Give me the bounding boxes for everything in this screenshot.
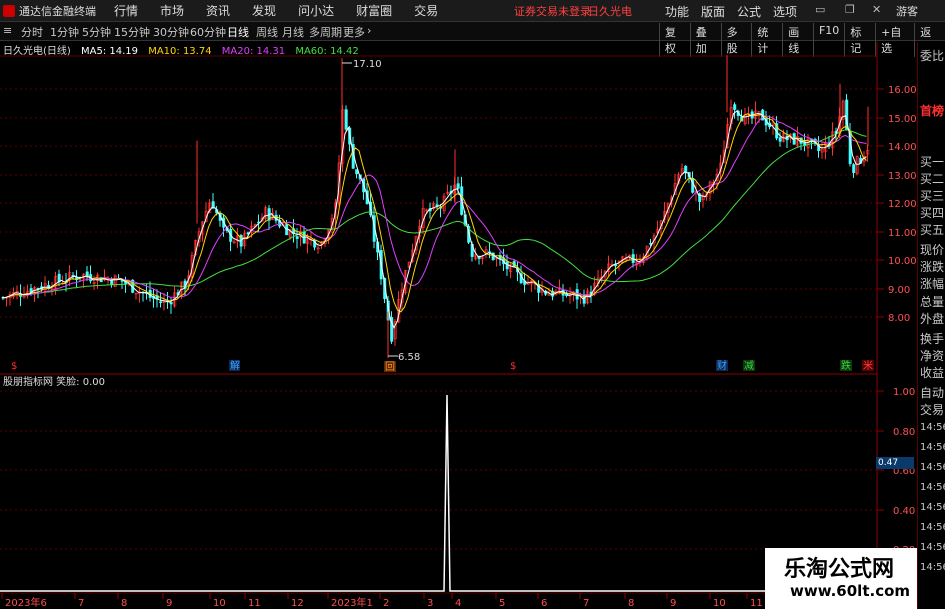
date-tick-label: 6 bbox=[541, 598, 547, 609]
smile-indicator-line bbox=[0, 394, 877, 592]
candle-body bbox=[169, 302, 173, 305]
candle-body bbox=[852, 164, 856, 173]
panel-volume: 总量 bbox=[920, 295, 945, 309]
panel-outer: 外盘 bbox=[920, 312, 945, 326]
event-markers: $ 解 回 $ 财 减 跌 米 bbox=[11, 359, 874, 373]
sub-chart-axis: 1.00 0.80 0.60 0.40 0.20 bbox=[893, 387, 915, 556]
panel-bid4: 买四 bbox=[920, 206, 945, 220]
marker-dividend[interactable]: $ bbox=[11, 361, 17, 372]
price-tick: 16.00 bbox=[888, 85, 917, 96]
sub-tick: 1.00 bbox=[893, 387, 915, 398]
panel-change-pct: 涨幅 bbox=[920, 277, 945, 291]
candle-body bbox=[456, 183, 460, 189]
sub-tick: 0.40 bbox=[893, 506, 915, 517]
date-tick-label: 2 bbox=[383, 598, 389, 609]
date-axis: 2023年6 7 8 9 10 11 12 2023年1 2 3 4 5 6 7 8 9 10 11 bbox=[1, 593, 763, 609]
date-tick-label: 9 bbox=[670, 598, 676, 609]
date-tick-label: 10 bbox=[713, 598, 726, 609]
date-tick-label: 7 bbox=[583, 598, 589, 609]
ma20-line bbox=[1, 115, 867, 299]
quote-side-panel: 委比 首榜 买一 买二 买三 买四 买五 现价 涨跌 涨幅 总量 外盘 换手 净… bbox=[917, 42, 945, 609]
date-tick-label: 5 bbox=[499, 598, 505, 609]
candle-body bbox=[733, 104, 737, 110]
tick-time: 14:56 bbox=[920, 522, 945, 533]
date-tick-label: 8 bbox=[121, 598, 127, 609]
marker-dividend[interactable]: $ bbox=[510, 361, 516, 372]
marker-fall[interactable]: 跌 bbox=[841, 359, 851, 372]
panel-price: 现价 bbox=[920, 243, 945, 257]
candle-body bbox=[778, 137, 782, 142]
candle-body bbox=[614, 264, 618, 267]
candle-body bbox=[435, 204, 439, 207]
watermark-title: 乐淘公式网 bbox=[784, 557, 895, 582]
date-tick-label: 11 bbox=[248, 598, 261, 609]
app-window: 通达信金融终端 行情 市场 资讯 发现 问小达 财富圈 交易 证券交易未登录 日… bbox=[0, 0, 945, 609]
tick-time: 14:56 bbox=[920, 542, 945, 553]
date-tick-label: 2023年1 bbox=[331, 596, 373, 609]
price-axis: 16.00 15.00 14.00 13.00 12.00 11.00 10.0… bbox=[888, 85, 917, 324]
price-tick: 12.00 bbox=[888, 199, 917, 210]
watermark-url: www.60lt.com bbox=[790, 582, 911, 600]
marker-reduce[interactable]: 减 bbox=[744, 360, 754, 372]
sub-tick: 0.80 bbox=[893, 427, 915, 438]
tick-time: 14:56 bbox=[920, 462, 945, 473]
kline-chart[interactable]: 17.10 6.58 16.00 15.00 14.00 13.00 12.00… bbox=[0, 0, 945, 609]
tick-time: 14:56 bbox=[920, 502, 945, 513]
ma5-line bbox=[1, 110, 867, 329]
panel-bid1: 买一 bbox=[920, 155, 945, 169]
crosshair-value: 0.47 bbox=[878, 458, 899, 468]
date-tick-label: 3 bbox=[427, 598, 433, 609]
price-tick: 10.00 bbox=[888, 256, 917, 267]
date-tick-label: 2023年6 bbox=[5, 596, 47, 609]
date-tick-label: 11 bbox=[750, 598, 763, 609]
price-tick: 8.00 bbox=[888, 313, 910, 324]
price-tick: 13.00 bbox=[888, 171, 917, 182]
panel-eps: 收益 bbox=[920, 366, 945, 380]
panel-bid2: 买二 bbox=[920, 172, 945, 186]
date-tick-label: 4 bbox=[455, 598, 461, 609]
panel-top-list[interactable]: 首榜 bbox=[920, 102, 944, 119]
panel-net-asset: 净资 bbox=[920, 349, 945, 363]
tick-time: 14:56 bbox=[920, 442, 945, 453]
high-label: 17.10 bbox=[353, 59, 382, 70]
date-tick-label: 8 bbox=[628, 598, 634, 609]
marker-finance[interactable]: 财 bbox=[717, 359, 727, 372]
date-tick-label: 9 bbox=[166, 598, 172, 609]
sub-chart-header: 股朋指标网 笑脸: 0.00 bbox=[3, 375, 105, 388]
price-tick: 14.00 bbox=[888, 142, 917, 153]
date-tick-label: 10 bbox=[213, 598, 226, 609]
panel-turnover: 换手 bbox=[920, 332, 945, 346]
price-tick: 11.00 bbox=[888, 228, 917, 239]
panel-auto[interactable]: 自动 bbox=[920, 384, 944, 401]
price-tick: 9.00 bbox=[888, 285, 910, 296]
tick-time: 14:56 bbox=[920, 422, 945, 433]
ma10-line bbox=[1, 113, 867, 313]
tick-time: 14:56 bbox=[920, 562, 945, 573]
date-tick-label: 7 bbox=[78, 598, 84, 609]
candle-body bbox=[85, 271, 89, 277]
panel-bid5: 买五 bbox=[920, 223, 945, 237]
candle-body bbox=[344, 109, 348, 130]
panel-change: 涨跌 bbox=[920, 260, 945, 274]
marker-unlock[interactable]: 解 bbox=[230, 359, 240, 372]
panel-bid3: 买三 bbox=[920, 189, 945, 203]
panel-trade[interactable]: 交易 bbox=[920, 401, 944, 418]
crosshair-value-box: 0.47 bbox=[876, 457, 914, 469]
candle-body bbox=[159, 301, 163, 303]
panel-bid-ratio[interactable]: 委比 bbox=[920, 47, 944, 64]
chart-grid bbox=[0, 42, 884, 609]
tick-time: 14:56 bbox=[920, 482, 945, 493]
marker-other[interactable]: 米 bbox=[863, 359, 873, 372]
low-label: 6.58 bbox=[398, 352, 420, 363]
date-tick-label: 12 bbox=[291, 598, 304, 609]
price-tick: 15.00 bbox=[888, 114, 917, 125]
marker-buyback[interactable]: 回 bbox=[385, 361, 395, 373]
candle-body bbox=[295, 236, 299, 239]
